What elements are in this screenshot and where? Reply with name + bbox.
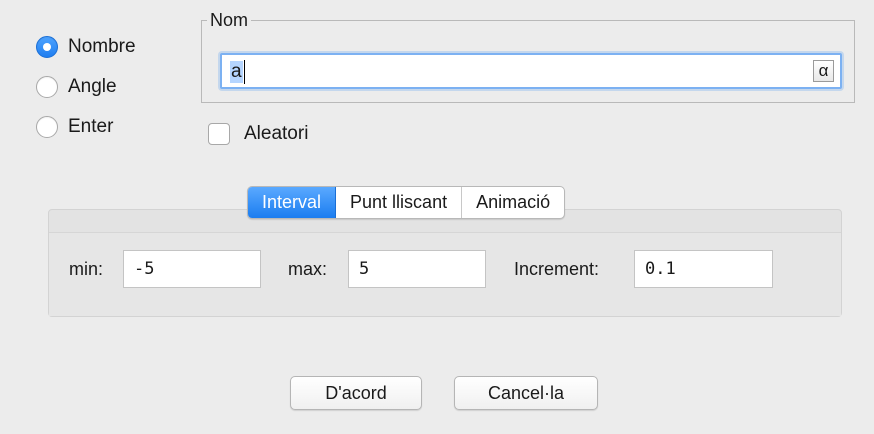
radio-nombre[interactable]: Nombre: [36, 36, 136, 58]
radio-button-icon[interactable]: [36, 36, 58, 58]
radio-label-enter: Enter: [68, 116, 114, 137]
radio-button-icon[interactable]: [36, 76, 58, 98]
max-label: max:: [288, 259, 328, 279]
tab-slider[interactable]: Punt lliscant: [336, 187, 463, 218]
cancel-button[interactable]: Cancel·la: [454, 376, 598, 410]
increment-label: Increment:: [514, 259, 600, 279]
tab-interval[interactable]: Interval: [248, 187, 337, 218]
random-checkbox-row[interactable]: Aleatori: [208, 123, 308, 145]
name-input-value: a: [230, 61, 243, 83]
random-checkbox[interactable]: [208, 123, 230, 145]
min-label: min:: [69, 259, 104, 279]
ok-button[interactable]: D'acord: [290, 376, 422, 410]
text-caret: [244, 60, 245, 84]
radio-label-nombre: Nombre: [68, 36, 136, 57]
random-checkbox-label: Aleatori: [244, 123, 309, 144]
tab-bar: Interval Punt lliscant Animació: [247, 186, 566, 219]
symbol-picker-button[interactable]: α: [813, 60, 834, 82]
increment-input[interactable]: 0.1: [634, 250, 773, 288]
tab-animation[interactable]: Animació: [462, 187, 564, 218]
max-input[interactable]: 5: [348, 250, 486, 288]
name-input[interactable]: a α: [220, 53, 842, 89]
radio-enter[interactable]: Enter: [36, 116, 113, 138]
name-group-legend: Nom: [207, 10, 252, 31]
radio-label-angle: Angle: [68, 76, 117, 97]
radio-button-icon[interactable]: [36, 116, 58, 138]
min-input[interactable]: -5: [123, 250, 261, 288]
radio-angle[interactable]: Angle: [36, 76, 117, 98]
